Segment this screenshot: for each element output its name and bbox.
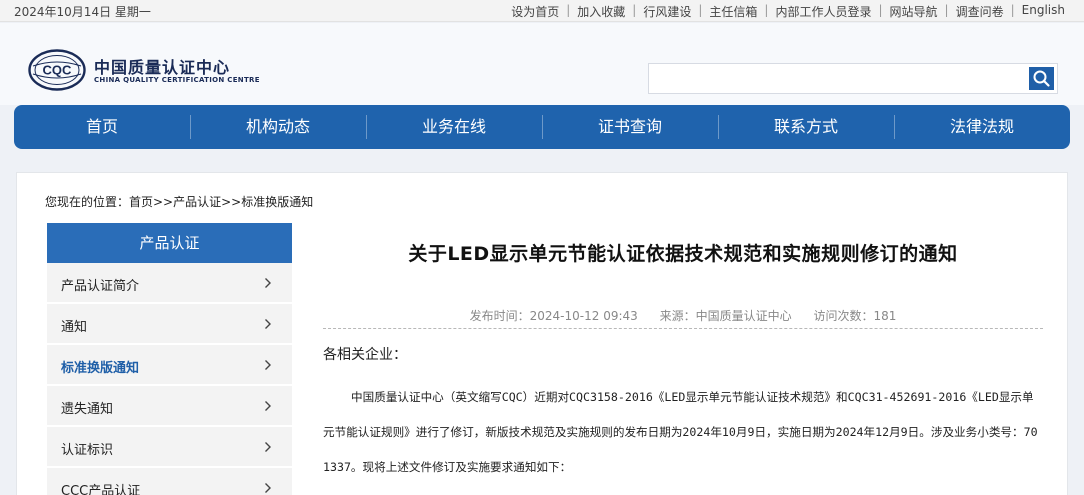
article-title: 关于LED显示单元节能认证依据技术规范和实施规则修订的通知 [408,243,958,265]
nav-item-contact[interactable]: 联系方式 [718,105,894,149]
top-utility-bar: 2024年10月14日 星期一 设为首页 | 加入收藏 | 行风建设 | 主任信箱 | … [0,0,1084,22]
site-logo[interactable]: CQC 中国质量认证中心 CHINA QUALITY CERTIFICATION… [28,49,288,93]
sidebar-item-label: 认证标识 [61,443,114,458]
sidebar-item-label: 产品认证简介 [61,279,140,294]
current-date: 2024年10月14日 星期一 [14,5,151,19]
chevron-right-icon [265,319,271,329]
utility-link-site-map[interactable]: 网站导航 [883,3,945,20]
nav-item-certificate-query[interactable]: 证书查询 [542,105,718,149]
sidebar-item-notices[interactable]: 通知 [47,304,292,345]
chevron-right-icon [265,483,271,493]
content-panel: 您现在的位置：首页>>产品认证>>标准换版通知 产品认证 产品认证简介 通知 标… [16,172,1068,495]
article-paragraph: 中国质量认证中心（英文缩写CQC）近期对CQC3158-2016《LED显示单元… [323,390,1038,474]
sidebar: 产品认证 产品认证简介 通知 标准换版通知 遗失通知 认证标识 CCC产品认证 [47,223,292,495]
site-name-chinese: 中国质量认证中心 [94,58,231,77]
search-icon [1033,70,1050,87]
search-input[interactable] [649,64,1023,93]
main-navigation: 首页 机构动态 业务在线 证书查询 联系方式 法律法规 [14,105,1070,149]
sidebar-item-ccc-certification[interactable]: CCC产品认证 [47,468,292,495]
article-greeting: 各相关企业： [323,347,407,363]
search-box [648,63,1058,94]
utility-link-staff-login[interactable]: 内部工作人员登录 [768,3,878,20]
divider [323,328,1043,329]
utility-link-english[interactable]: English [1015,3,1072,20]
utility-link-survey[interactable]: 调查问卷 [949,3,1011,20]
site-name-english: CHINA QUALITY CERTIFICATION CENTRE [94,76,260,84]
sidebar-item-product-intro[interactable]: 产品认证简介 [47,263,292,304]
site-header: CQC 中国质量认证中心 CHINA QUALITY CERTIFICATION… [0,23,1084,105]
chevron-right-icon [265,278,271,288]
nav-item-services[interactable]: 业务在线 [366,105,542,149]
nav-item-news[interactable]: 机构动态 [190,105,366,149]
breadcrumb: 您现在的位置：首页>>产品认证>>标准换版通知 [45,195,314,209]
utility-link-set-homepage[interactable]: 设为首页 [504,3,566,20]
svg-text:CQC: CQC [43,63,73,78]
article-source: 来源：中国质量认证中心 [659,309,792,323]
sidebar-item-standard-revision[interactable]: 标准换版通知 [47,345,292,386]
sidebar-item-label: 通知 [61,320,88,335]
sidebar-item-certification-marks[interactable]: 认证标识 [47,427,292,468]
cqc-emblem-icon: CQC [28,49,86,91]
sidebar-item-lost-notices[interactable]: 遗失通知 [47,386,292,427]
search-button[interactable] [1029,67,1054,90]
utility-link-bookmark[interactable]: 加入收藏 [570,3,632,20]
chevron-right-icon [265,360,271,370]
utility-link-conduct[interactable]: 行风建设 [636,3,698,20]
article-meta: 发布时间：2024-10-12 09:43 来源：中国质量认证中心 访问次数：1… [323,307,1043,324]
sidebar-title: 产品认证 [47,223,292,263]
chevron-right-icon [265,442,271,452]
nav-item-laws[interactable]: 法律法规 [894,105,1070,149]
sidebar-item-label: CCC产品认证 [61,484,141,495]
visit-count: 访问次数：181 [813,309,897,323]
sidebar-item-label: 标准换版通知 [61,361,140,376]
chevron-right-icon [265,401,271,411]
utility-links: 设为首页 | 加入收藏 | 行风建设 | 主任信箱 | 内部工作人员登录 | 网站导航 | … [504,3,1072,20]
sidebar-item-label: 遗失通知 [61,402,114,417]
nav-item-home[interactable]: 首页 [14,105,190,149]
utility-link-director-mailbox[interactable]: 主任信箱 [702,3,764,20]
publish-time: 发布时间：2024-10-12 09:43 [469,309,638,323]
